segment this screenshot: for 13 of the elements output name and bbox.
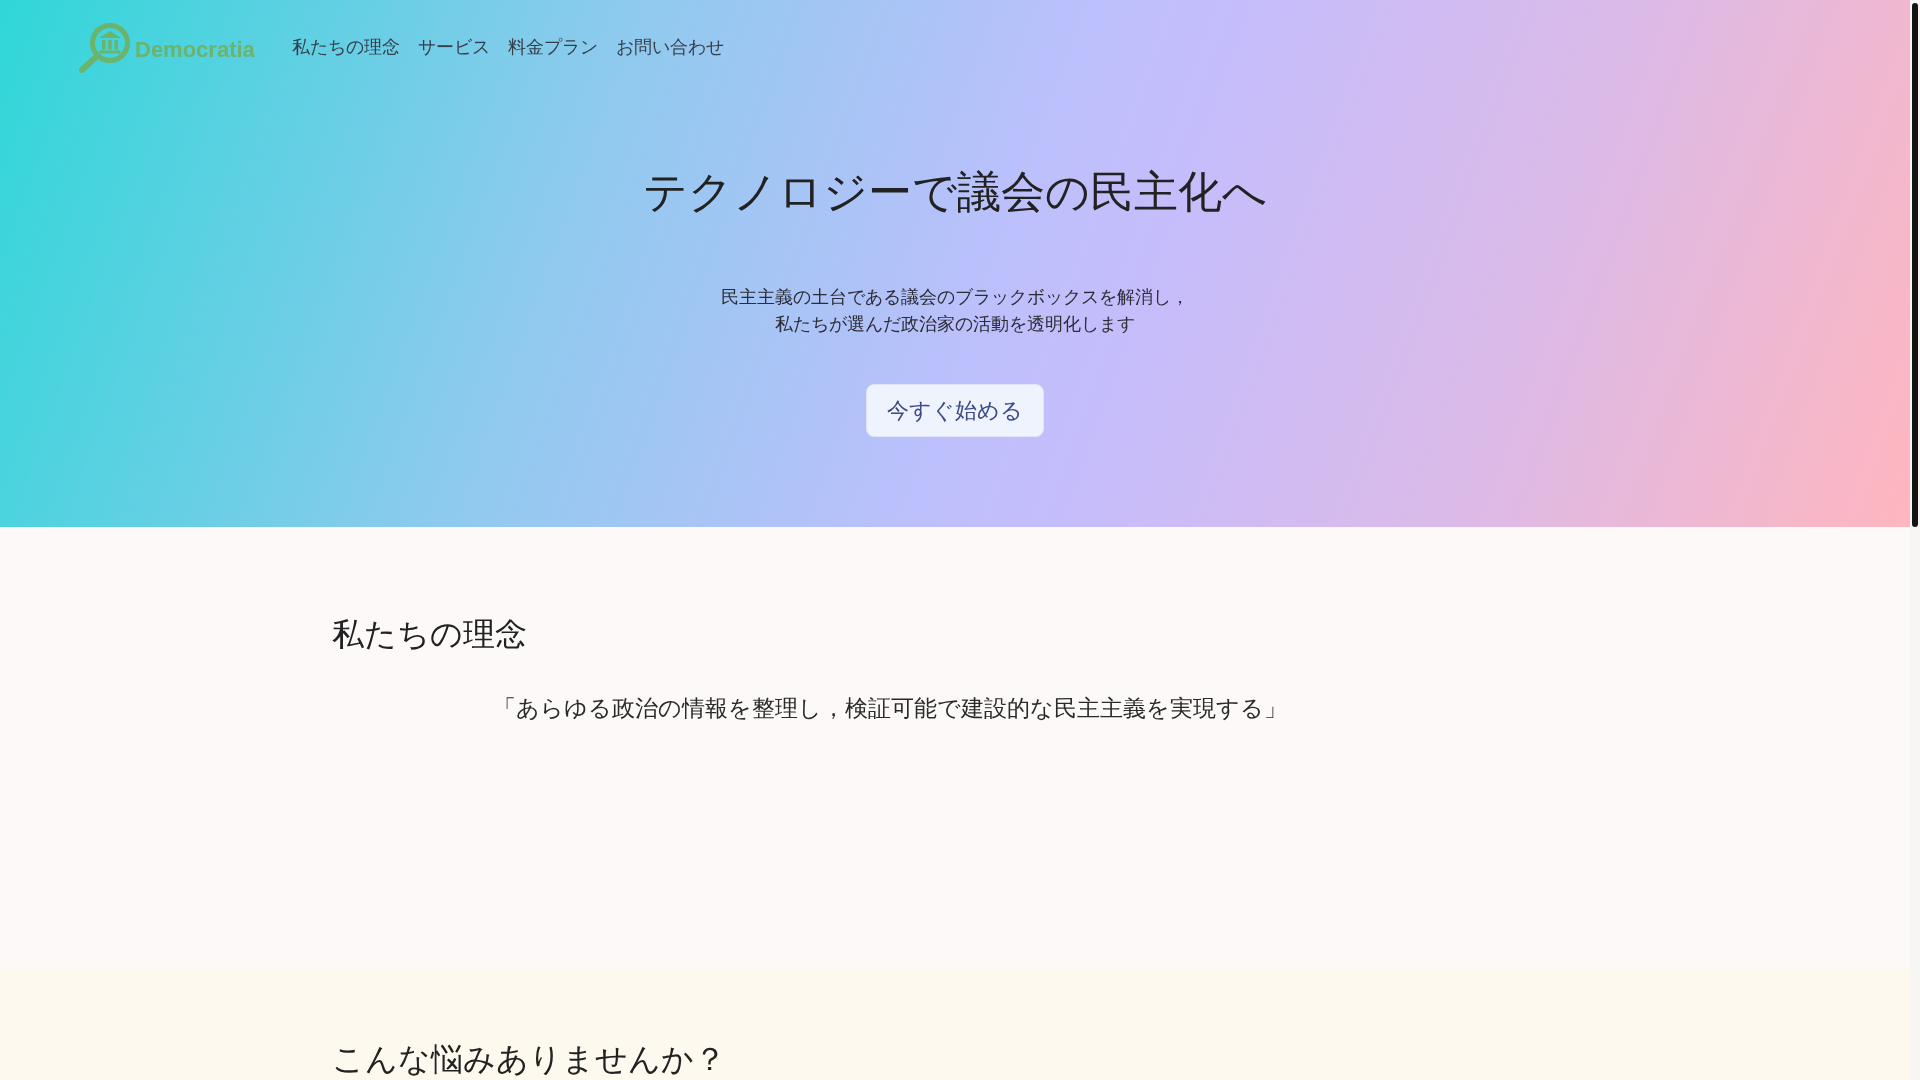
scrollbar-thumb[interactable]: [1912, 3, 1918, 527]
scrollbar[interactable]: [1910, 0, 1920, 1080]
section-heading: こんな悩みありませんか？: [332, 1040, 726, 1078]
nav-link[interactable]: サービス: [417, 34, 490, 59]
nav-link[interactable]: 私たちの理念: [291, 34, 400, 59]
nav-link[interactable]: お問い合わせ: [615, 34, 724, 59]
magnifier-icon: [78, 22, 132, 73]
hero-lead: 民主主義の土台である議会のブラックボックスを解消し， 私たちが選んだ政治家の活動を透明化します: [721, 286, 1189, 336]
section-heading: 私たちの理念: [332, 615, 527, 653]
hero-title: テクノロジーで議会の民主化へ: [643, 165, 1267, 218]
mission-quote: 「あらゆる政治の情報を整理し，検証可能で建設的な民主主義を実現する」: [493, 693, 1287, 723]
nav-link[interactable]: 料金プラン: [507, 34, 598, 59]
start-button[interactable]: 今すぐ始める: [866, 384, 1044, 437]
